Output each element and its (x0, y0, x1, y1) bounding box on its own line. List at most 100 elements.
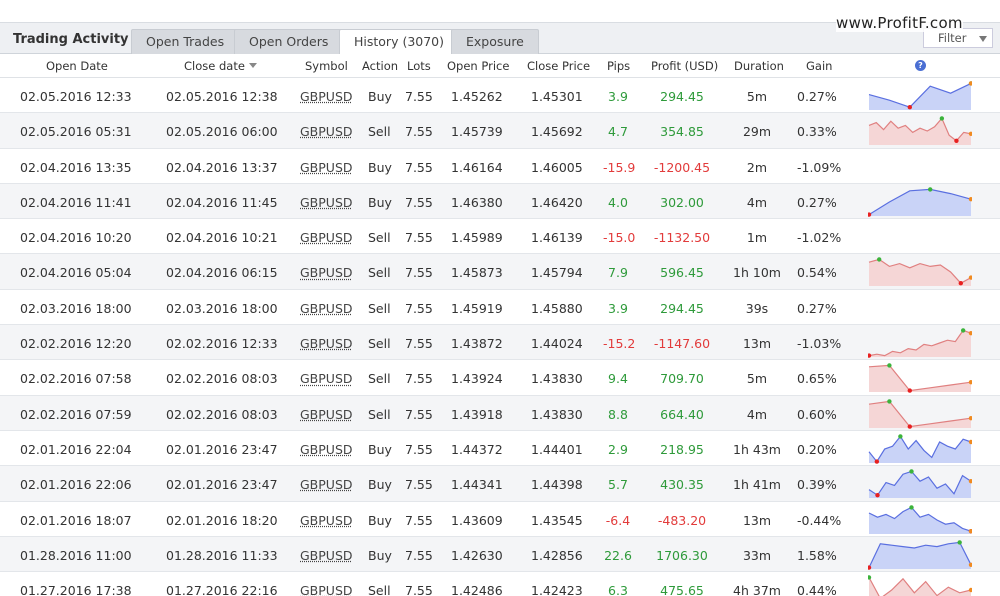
sparkline-min-dot (874, 459, 880, 464)
cell-symbol[interactable]: GBPUSD (300, 336, 353, 351)
col-pips[interactable]: Pips (607, 59, 630, 73)
sparkline-min-dot (958, 281, 963, 286)
cell-symbol[interactable]: GBPUSD (300, 230, 353, 245)
cell-open-price: 1.42486 (451, 583, 503, 596)
tab-history[interactable]: History (3070) (339, 29, 460, 56)
cell-open-price: 1.46380 (451, 194, 503, 210)
cell-gain: -1.09% (797, 159, 842, 175)
tab-open-trades[interactable]: Open Trades (131, 29, 240, 55)
cell-symbol[interactable]: GBPUSD (300, 301, 353, 316)
cell-action: Buy (368, 477, 392, 493)
cell-symbol[interactable]: GBPUSD (300, 89, 353, 104)
table-row[interactable]: 02.04.2016 05:04 02.04.2016 06:15 GBPUSD Se… (0, 254, 1000, 290)
cell-open-date: 02.04.2016 13:35 (20, 159, 132, 175)
col-action[interactable]: Action (362, 59, 398, 73)
cell-action: Sell (368, 371, 391, 387)
cell-profit: -483.20 (657, 512, 707, 528)
cell-action: Buy (368, 512, 392, 528)
col-duration[interactable]: Duration (734, 59, 784, 73)
cell-gain: -1.02% (797, 230, 842, 246)
cell-close-price: 1.44398 (531, 477, 583, 493)
col-close-date-label: Close date (184, 59, 245, 73)
cell-duration: 1m (746, 230, 768, 246)
table-row[interactable]: 02.04.2016 11:41 02.04.2016 11:45 GBPUSD Bu… (0, 183, 1000, 220)
cell-close-date: 02.04.2016 13:37 (166, 159, 278, 175)
cell-symbol[interactable]: GBPUSD (300, 124, 353, 139)
col-lots[interactable]: Lots (407, 59, 431, 73)
cell-profit: 1706.30 (656, 547, 708, 563)
table-row[interactable]: 02.03.2016 18:00 02.03.2016 18:00 GBPUSD Se… (0, 290, 1000, 326)
cell-action: Buy (368, 441, 392, 457)
cell-close-date: 02.04.2016 11:45 (166, 194, 278, 210)
table-row[interactable]: 01.27.2016 17:38 01.27.2016 22:16 GBPUSD Se… (0, 572, 1000, 596)
trade-sparkline (868, 398, 972, 429)
table-row[interactable]: 02.05.2016 12:33 02.05.2016 12:38 GBPUSD Bu… (0, 78, 1000, 114)
table-row[interactable]: 02.02.2016 07:58 02.02.2016 08:03 GBPUSD Se… (0, 360, 1000, 396)
table-row[interactable]: 02.05.2016 05:31 02.05.2016 06:00 GBPUSD Se… (0, 113, 1000, 149)
cell-duration: 13m (742, 512, 772, 528)
sparkline-min-dot (875, 493, 880, 498)
cell-symbol[interactable]: GBPUSD (300, 442, 353, 457)
cell-duration: 29m (742, 124, 772, 140)
cell-close-price: 1.45301 (531, 89, 583, 104)
trade-history-table: 02.05.2016 12:33 02.05.2016 12:38 GBPUSD Bu… (0, 78, 1000, 596)
cell-close-date: 02.01.2016 18:20 (166, 512, 278, 528)
cell-lots: 7.55 (405, 512, 433, 528)
cell-symbol[interactable]: GBPUSD (300, 265, 353, 280)
cell-open-price: 1.45989 (451, 230, 503, 246)
cell-gain: 1.58% (797, 547, 837, 563)
col-gain[interactable]: Gain (806, 59, 832, 73)
table-row[interactable]: 02.01.2016 22:04 02.01.2016 23:47 GBPUSD Bu… (0, 431, 1000, 467)
col-close-date[interactable]: Close date (184, 59, 257, 73)
col-profit[interactable]: Profit (USD) (651, 59, 718, 73)
cell-symbol[interactable]: GBPUSD (300, 160, 353, 175)
cell-symbol[interactable]: GBPUSD (300, 195, 353, 210)
cell-symbol[interactable]: GBPUSD (300, 548, 353, 563)
cell-symbol[interactable]: GBPUSD (300, 477, 353, 492)
cell-open-price: 1.44372 (451, 441, 503, 457)
cell-gain: 0.27% (797, 194, 837, 210)
tab-exposure[interactable]: Exposure (451, 29, 539, 55)
cell-symbol[interactable]: GBPUSD (300, 407, 353, 422)
cell-lots: 7.55 (405, 194, 433, 210)
cell-symbol[interactable]: GBPUSD (300, 583, 353, 596)
cell-lots: 7.55 (405, 547, 433, 563)
col-open-price[interactable]: Open Price (447, 59, 509, 73)
cell-open-price: 1.46164 (451, 159, 503, 175)
cell-profit: -1132.50 (653, 230, 711, 246)
table-row[interactable]: 02.04.2016 13:35 02.04.2016 13:37 GBPUSD Bu… (0, 149, 1000, 184)
cell-lots: 7.55 (405, 371, 433, 387)
table-row[interactable]: 02.01.2016 22:06 02.01.2016 23:47 GBPUSD Bu… (0, 466, 1000, 502)
table-row[interactable]: 02.02.2016 12:20 02.02.2016 12:33 GBPUSD Se… (0, 325, 1000, 361)
cell-symbol[interactable]: GBPUSD (300, 371, 353, 386)
cell-profit: 354.85 (660, 124, 704, 140)
filter-label: Filter (938, 31, 967, 45)
cell-action: Sell (368, 300, 391, 316)
cell-open-price: 1.45262 (451, 89, 503, 104)
cell-action: Sell (368, 583, 391, 596)
cell-pips: 7.9 (608, 265, 628, 281)
table-row[interactable]: 02.01.2016 18:07 02.01.2016 18:20 GBPUSD Bu… (0, 502, 1000, 537)
table-row[interactable]: 02.02.2016 07:59 02.02.2016 08:03 GBPUSD Se… (0, 395, 1000, 431)
cell-pips: 2.9 (608, 441, 628, 457)
cell-profit: 475.65 (660, 583, 704, 596)
cell-close-price: 1.45794 (531, 265, 583, 281)
cell-action: Sell (368, 124, 391, 140)
cell-close-date: 02.01.2016 23:47 (166, 477, 278, 493)
col-symbol[interactable]: Symbol (305, 59, 348, 73)
tab-open-orders[interactable]: Open Orders (234, 29, 344, 55)
cell-symbol[interactable]: GBPUSD (300, 513, 353, 528)
table-row[interactable]: 01.28.2016 11:00 01.28.2016 11:33 GBPUSD Bu… (0, 536, 1000, 573)
cell-open-date: 01.28.2016 11:00 (20, 547, 132, 563)
col-open-date[interactable]: Open Date (46, 59, 108, 73)
cell-close-date: 02.01.2016 23:47 (166, 441, 278, 457)
table-row[interactable]: 02.04.2016 10:20 02.04.2016 10:21 GBPUSD Se… (0, 219, 1000, 255)
col-close-price[interactable]: Close Price (527, 59, 590, 73)
cell-open-date: 02.01.2016 18:07 (20, 512, 132, 528)
cell-pips: 6.3 (608, 583, 628, 596)
help-icon[interactable]: ? (915, 60, 926, 71)
cell-open-date: 02.04.2016 11:41 (20, 194, 132, 210)
cell-pips: 5.7 (608, 477, 628, 493)
cell-close-price: 1.45692 (531, 124, 583, 140)
trade-sparkline (868, 116, 972, 146)
